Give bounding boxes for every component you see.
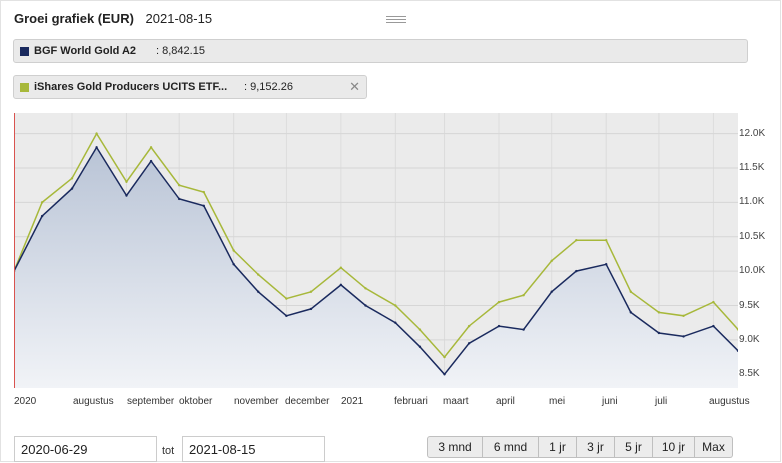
data-point-ishares	[149, 146, 153, 149]
legend-item-ishares[interactable]: iShares Gold Producers UCITS ETF... : 9,…	[13, 75, 367, 99]
series-color-swatch	[20, 83, 29, 92]
x-tick-label: augustus	[709, 396, 750, 407]
data-point-bgf	[364, 304, 367, 307]
data-point-ishares	[177, 183, 181, 187]
data-point-bgf	[522, 328, 525, 331]
x-tick-label: juli	[655, 396, 668, 407]
data-point-bgf	[202, 204, 205, 208]
y-tick-label: 10.5K	[739, 230, 766, 242]
y-tick-label: 10.0K	[739, 265, 766, 277]
range-button-1y[interactable]: 1 jr	[539, 436, 577, 458]
data-point-ishares	[309, 290, 313, 293]
data-point-bgf	[682, 335, 685, 338]
y-tick-label: 8.5K	[739, 368, 760, 380]
data-point-bgf	[629, 311, 633, 314]
data-point-ishares	[467, 324, 471, 328]
x-tick-label: juni	[602, 396, 618, 407]
data-point-bgf	[149, 159, 153, 163]
legend-series-name: iShares Gold Producers UCITS ETF...	[34, 81, 228, 93]
data-point-ishares	[232, 249, 235, 252]
x-tick-label: mei	[549, 396, 566, 407]
data-point-bgf	[285, 314, 288, 318]
data-point-ishares	[522, 293, 525, 297]
data-point-bgf	[497, 324, 501, 328]
data-point-ishares	[443, 355, 446, 359]
legend-item-bgf[interactable]: BGF World Gold A2 : 8,842.15	[13, 39, 748, 63]
data-point-ishares	[575, 238, 578, 242]
data-point-ishares	[70, 177, 74, 180]
date-from-input[interactable]	[14, 436, 157, 462]
data-point-ishares	[339, 266, 343, 269]
chart-title: Groei grafiek (EUR)	[14, 11, 134, 26]
y-tick-label: 12.0K	[739, 127, 766, 139]
data-point-ishares	[394, 304, 397, 307]
legend-series-name: BGF World Gold A2	[34, 45, 137, 57]
y-tick-label: 11.5K	[739, 162, 765, 173]
range-button-max[interactable]: Max	[695, 436, 733, 458]
x-tick-label: februari	[394, 396, 428, 407]
x-tick-label: 2021	[341, 396, 364, 407]
data-point-ishares	[257, 273, 260, 276]
x-tick-label: 2020	[14, 396, 37, 407]
data-point-bgf	[467, 342, 471, 345]
data-point-ishares	[550, 259, 553, 263]
line-chart[interactable]	[14, 113, 738, 388]
data-point-bgf	[95, 146, 98, 149]
data-point-ishares	[285, 297, 288, 300]
data-point-ishares	[629, 290, 633, 293]
close-icon[interactable]: ✕	[349, 79, 360, 95]
legend-series-value: : 9,152.26	[244, 81, 293, 93]
y-tick-label: 11.0K	[739, 196, 765, 208]
data-point-bgf	[575, 269, 578, 273]
data-point-ishares	[605, 238, 608, 242]
range-button-10y[interactable]: 10 jr	[653, 436, 695, 458]
data-point-ishares	[95, 132, 98, 135]
data-point-ishares	[418, 328, 422, 331]
chart-header: Groei grafiek (EUR) 2021-08-15	[14, 11, 212, 26]
data-point-bgf	[257, 290, 260, 293]
x-tick-label: november	[234, 396, 279, 407]
x-tick-label: maart	[443, 396, 469, 407]
data-point-bgf	[177, 197, 181, 201]
data-point-ishares	[202, 190, 205, 194]
x-tick-label: augustus	[73, 396, 114, 407]
data-point-bgf	[418, 345, 422, 348]
data-point-ishares	[497, 300, 501, 304]
data-point-bgf	[70, 187, 74, 190]
date-range-separator: tot	[162, 445, 175, 457]
data-point-bgf	[712, 324, 715, 328]
data-point-ishares	[40, 201, 44, 204]
data-point-bgf	[40, 214, 44, 218]
data-point-ishares	[364, 287, 367, 290]
legend-series-value: : 8,842.15	[156, 45, 205, 57]
range-button-6m[interactable]: 6 mnd	[483, 436, 539, 458]
data-point-bgf	[394, 321, 397, 324]
data-point-bgf	[232, 263, 235, 266]
data-point-bgf	[657, 331, 661, 335]
data-point-bgf	[605, 263, 608, 266]
range-buttons: 3 mnd 6 mnd 1 jr 3 jr 5 jr 10 jr Max	[427, 436, 733, 458]
x-tick-label: april	[496, 396, 515, 407]
data-point-ishares	[657, 311, 661, 314]
range-button-3m[interactable]: 3 mnd	[427, 436, 483, 458]
series-color-swatch	[20, 47, 29, 56]
menu-icon[interactable]	[386, 16, 406, 24]
range-button-3y[interactable]: 3 jr	[577, 436, 615, 458]
data-point-bgf	[339, 283, 343, 287]
data-point-bgf	[550, 290, 553, 293]
data-point-ishares	[125, 180, 128, 183]
data-point-ishares	[712, 300, 715, 304]
chart-date: 2021-08-15	[145, 11, 213, 26]
y-tick-label: 9.5K	[739, 299, 760, 311]
x-tick-label: oktober	[179, 396, 213, 407]
data-point-bgf	[125, 194, 128, 197]
date-to-input[interactable]	[182, 436, 325, 462]
x-tick-label: december	[285, 396, 330, 407]
y-tick-label: 9.0K	[739, 333, 760, 345]
x-tick-label: september	[127, 396, 175, 407]
data-point-ishares	[682, 314, 685, 318]
range-button-5y[interactable]: 5 jr	[615, 436, 653, 458]
data-point-bgf	[443, 373, 446, 376]
data-point-bgf	[309, 307, 313, 311]
